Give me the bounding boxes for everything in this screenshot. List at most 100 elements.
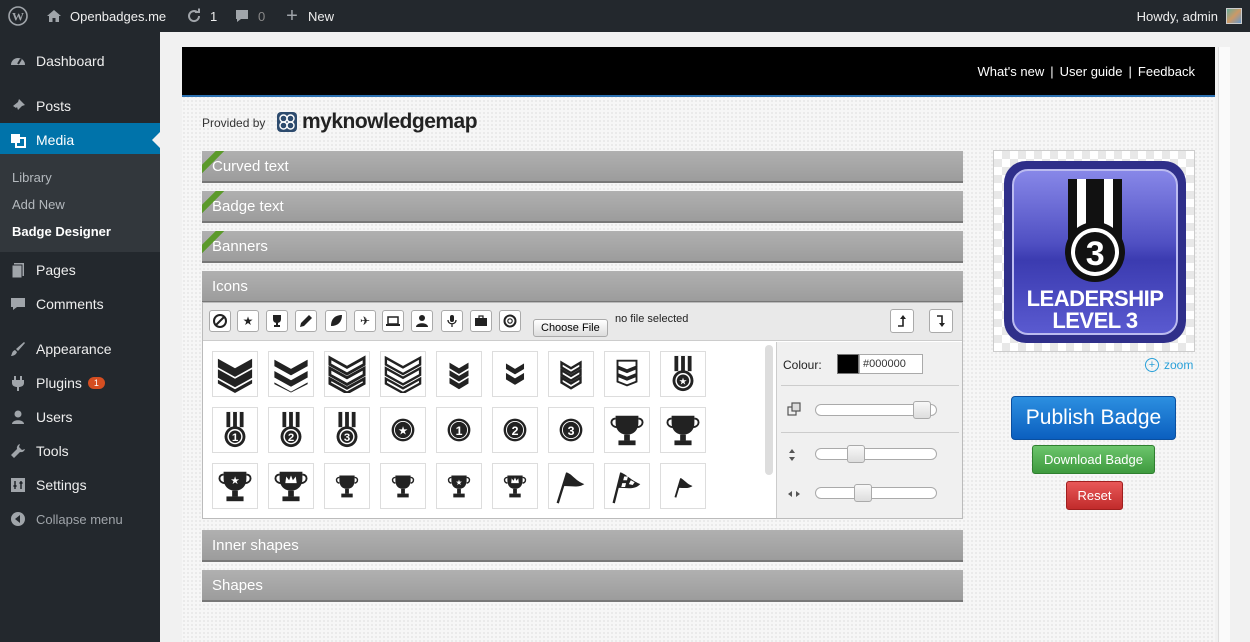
zoom-link[interactable]: + zoom	[1145, 358, 1193, 372]
sidebar-item-pages[interactable]: Pages	[0, 253, 160, 287]
provided-by-label: Provided by	[202, 116, 266, 130]
briefcase-icon	[475, 315, 487, 326]
reset-button[interactable]: Reset	[1066, 481, 1123, 510]
lifebuoy-icon	[503, 314, 517, 328]
trophy-small-star-icon[interactable]: ★	[436, 463, 482, 509]
sidebar-item-settings[interactable]: Settings	[0, 468, 160, 502]
settings-icon	[0, 476, 36, 494]
star-category-button[interactable]: ★	[237, 310, 259, 332]
download-badge-button[interactable]: Download Badge	[1032, 445, 1155, 474]
chevron-rank-3-outline-icon[interactable]	[268, 351, 314, 397]
sidebar-item-posts[interactable]: Posts	[0, 89, 160, 123]
section-icons[interactable]: Icons	[202, 271, 963, 303]
section-banners[interactable]: Banners	[202, 231, 963, 263]
sidebar-item-users[interactable]: Users	[0, 400, 160, 434]
chevron-small-3-icon[interactable]	[436, 351, 482, 397]
flag-small-icon[interactable]	[660, 463, 706, 509]
section-inner-shapes[interactable]: Inner shapes	[202, 530, 963, 562]
coin-2-icon[interactable]: 2	[492, 407, 538, 453]
size-slider[interactable]	[815, 401, 937, 419]
comments-link[interactable]: 0	[232, 0, 265, 32]
wordpress-logo-icon[interactable]: W	[8, 0, 28, 32]
myknowledgemap-logo[interactable]: myknowledgemap	[276, 110, 478, 134]
trophy-star-icon[interactable]: ★	[212, 463, 258, 509]
plug-icon	[0, 374, 36, 392]
medal-star-icon[interactable]: ★	[660, 351, 706, 397]
sidebar-item-comments[interactable]: Comments	[0, 287, 160, 321]
horizontal-offset-slider[interactable]	[815, 484, 937, 502]
plugins-update-badge: 1	[87, 377, 105, 389]
section-curved-text[interactable]: Curved text	[202, 151, 963, 183]
user-guide-link[interactable]: User guide	[1060, 64, 1123, 79]
lifebuoy-category-button[interactable]	[499, 310, 521, 332]
account-menu[interactable]: Howdy, admin	[1137, 0, 1242, 32]
icon-gallery-scrollbar[interactable]	[765, 345, 773, 475]
vertical-offset-slider[interactable]	[815, 445, 937, 463]
trophy-small-crown-icon[interactable]	[492, 463, 538, 509]
trophy-crown-icon[interactable]	[268, 463, 314, 509]
feedback-link[interactable]: Feedback	[1138, 64, 1195, 79]
new-content-link[interactable]: + New	[282, 0, 334, 32]
choose-file-button[interactable]: Choose File	[533, 319, 608, 337]
checkered-flag-icon[interactable]	[604, 463, 650, 509]
updates-link[interactable]: 1	[184, 0, 217, 32]
new-label: New	[308, 8, 335, 24]
move-up-button[interactable]	[890, 309, 914, 333]
laptop-category-button[interactable]	[382, 310, 404, 332]
briefcase-category-button[interactable]	[470, 310, 492, 332]
sidebar-item-media[interactable]: Media	[0, 123, 160, 157]
sidebar-item-appearance[interactable]: Appearance	[0, 332, 160, 366]
medal-1-icon[interactable]: 1	[212, 407, 258, 453]
chevron-small-outline-icon[interactable]	[492, 351, 538, 397]
sidebar-item-plugins[interactable]: Plugins 1	[0, 366, 160, 400]
whats-new-link[interactable]: What's new	[977, 64, 1044, 79]
submenu-item-add-new[interactable]: Add New	[12, 197, 65, 212]
site-name-link[interactable]: Openbadges.me	[44, 0, 166, 32]
trophy-large-alt-icon[interactable]	[660, 407, 706, 453]
pencil-category-button[interactable]	[295, 310, 317, 332]
move-down-button[interactable]	[929, 309, 953, 333]
trophy-small-icon[interactable]	[324, 463, 370, 509]
badge-line-2: LEVEL 3	[1052, 308, 1138, 333]
trophy-large-icon[interactable]	[604, 407, 650, 453]
trophy-small-alt-icon[interactable]	[380, 463, 426, 509]
horizontal-slider-handle[interactable]	[854, 484, 872, 502]
zoom-label: zoom	[1164, 358, 1194, 372]
chevron-rank-outline-icon[interactable]	[380, 351, 426, 397]
collapse-arrow-icon	[0, 511, 36, 527]
microphone-category-button[interactable]	[441, 310, 463, 332]
medal-3-icon[interactable]: 3	[324, 407, 370, 453]
sidebar-item-tools[interactable]: Tools	[0, 434, 160, 468]
chevron-rank-3-open-icon[interactable]	[324, 351, 370, 397]
arrow-up-icon	[898, 315, 906, 327]
avatar	[1226, 8, 1242, 24]
publish-badge-button[interactable]: Publish Badge	[1011, 396, 1176, 440]
media-submenu: Library Add New Badge Designer	[0, 154, 160, 252]
trophy-category-button[interactable]	[266, 310, 288, 332]
submenu-item-library[interactable]: Library	[12, 170, 52, 185]
leaf-category-button[interactable]	[325, 310, 347, 332]
section-badge-text[interactable]: Badge text	[202, 191, 963, 223]
coin-star-icon[interactable]: ★	[380, 407, 426, 453]
no-icon-category-button[interactable]	[209, 310, 231, 332]
coin-1-icon[interactable]: 1	[436, 407, 482, 453]
vertical-slider-handle[interactable]	[847, 445, 865, 463]
collapse-menu-button[interactable]: Collapse menu	[0, 502, 160, 536]
colour-hex-input[interactable]: #000000	[859, 354, 923, 374]
colour-swatch[interactable]	[837, 354, 859, 374]
chevron-rank-3-icon[interactable]	[212, 351, 258, 397]
plane-category-button[interactable]: ✈	[354, 310, 376, 332]
submenu-item-badge-designer[interactable]: Badge Designer	[12, 224, 111, 239]
person-category-button[interactable]	[411, 310, 433, 332]
sidebar-item-dashboard[interactable]: Dashboard	[0, 44, 160, 78]
section-shapes[interactable]: Shapes	[202, 570, 963, 602]
flag-icon[interactable]	[548, 463, 594, 509]
section-title: Banners	[212, 237, 268, 255]
medal-2-icon[interactable]: 2	[268, 407, 314, 453]
size-slider-handle[interactable]	[913, 401, 931, 419]
chevron-stack-icon[interactable]	[604, 351, 650, 397]
chevron-small-open-icon[interactable]	[548, 351, 594, 397]
page-scrollbar[interactable]	[1218, 47, 1230, 642]
coin-3-icon[interactable]: 3	[548, 407, 594, 453]
brush-icon	[0, 340, 36, 358]
